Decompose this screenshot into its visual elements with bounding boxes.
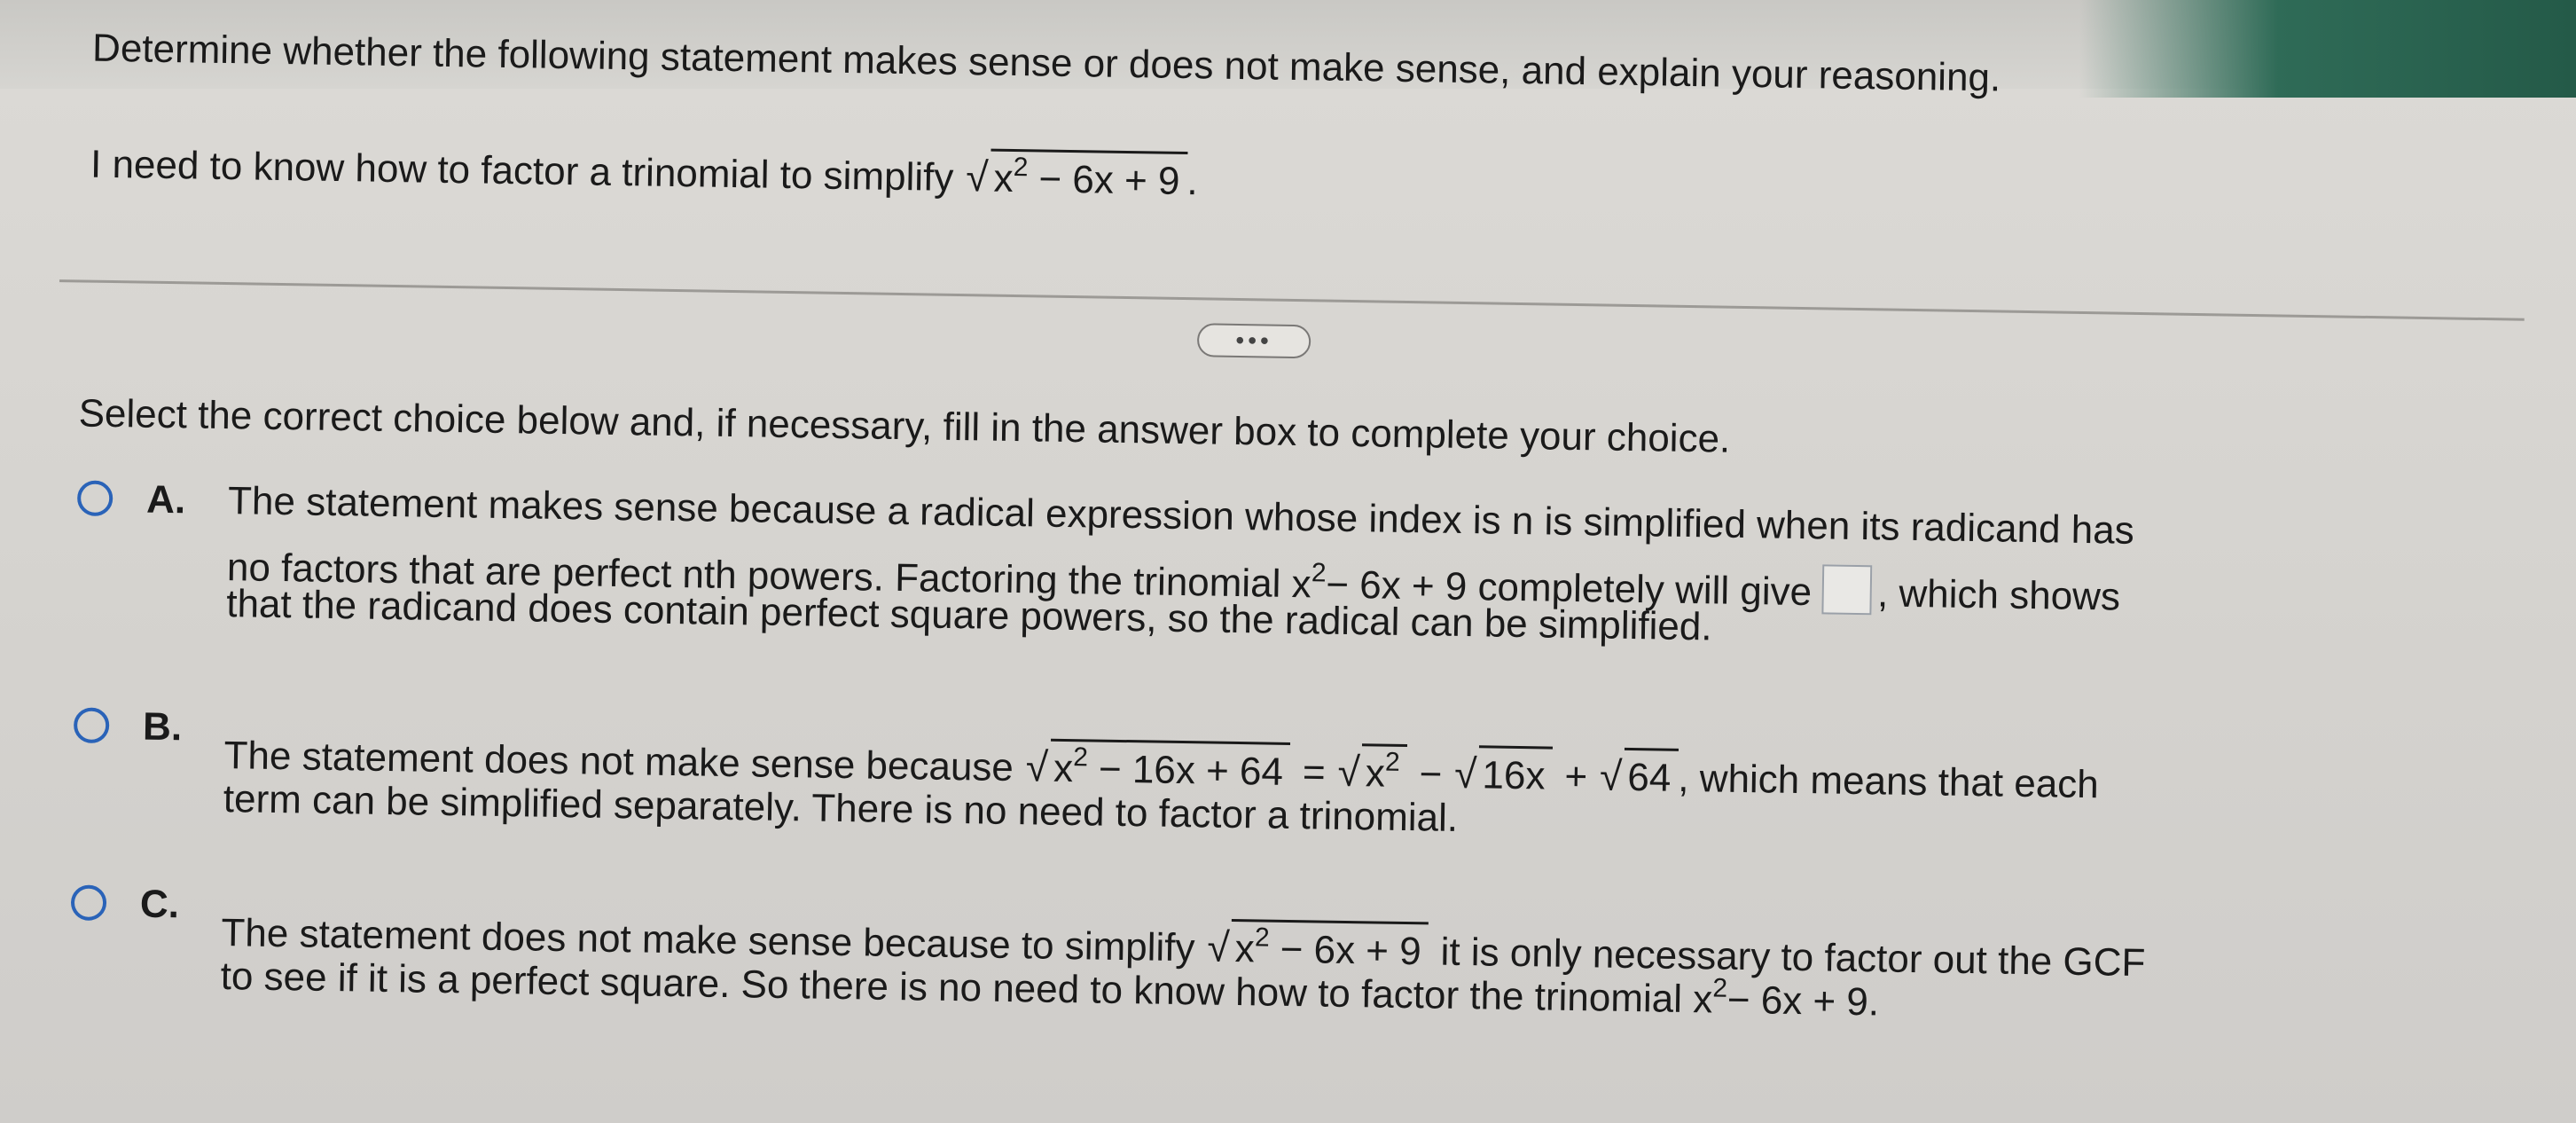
radicand-base: x (993, 156, 1014, 200)
radicand-exponent: 2 (1254, 923, 1270, 953)
radicand-exponent: 2 (1384, 747, 1401, 777)
radical-sign-icon: √ (1207, 923, 1231, 970)
radio-button-b[interactable] (73, 707, 110, 744)
statement-radicand: x2 − 6x + 9 (990, 148, 1187, 205)
equals-sign: = (1302, 750, 1327, 795)
instruction-text: Select the correct choice below and, if … (78, 391, 1731, 461)
choice-c-radical: √ x2 − 6x + 9 (1207, 918, 1429, 975)
choice-c-exponent: 2 (1712, 973, 1728, 1003)
radio-button-a[interactable] (76, 480, 114, 517)
choice-b-line1-end: , which means that each (1677, 756, 2100, 807)
radical-sign-icon: √ (1337, 748, 1361, 796)
radicand-exponent: 2 (1013, 152, 1029, 183)
choice-a-line2-text3: , which shows (1876, 571, 2121, 619)
statement-radical: √ x2 − 6x + 9 (965, 148, 1187, 205)
choice-b-radical-1: √ x2 − 16x + 64 (1025, 738, 1291, 795)
radicand-base: x (1234, 927, 1256, 971)
choice-c-line2-end: − 6x + 9. (1726, 978, 1880, 1025)
expand-more-button[interactable]: ••• (1196, 323, 1311, 359)
radicand-rest: − 6x + 9 (1269, 927, 1422, 974)
choice-letter-c: C. (139, 882, 180, 927)
radical-sign-icon: √ (965, 153, 989, 200)
choice-b-radical-2: √ x2 (1337, 743, 1408, 797)
radio-button-c[interactable] (70, 884, 107, 922)
choice-a-exponent: 2 (1311, 558, 1327, 588)
choice-a-text: The statement makes sense because a radi… (226, 479, 2533, 670)
section-divider (59, 279, 2525, 321)
choice-b-radicand-1: x2 − 16x + 64 (1049, 738, 1291, 795)
choice-c-radicand: x2 − 6x + 9 (1231, 918, 1429, 975)
plus-sign: + (1564, 754, 1588, 799)
choice-b-radical-3: √ 16x (1454, 745, 1553, 799)
radicand-exponent: 2 (1073, 742, 1089, 773)
screen: Determine whether the following statemen… (0, 0, 2576, 1123)
choice-b-radicand-3: 16x (1478, 745, 1553, 799)
radicand-rest: − 16x + 64 (1087, 747, 1284, 794)
choice-c-text: The statement does not make sense becaus… (220, 903, 2527, 1042)
radical-sign-icon: √ (1025, 743, 1049, 790)
radical-sign-icon: √ (1599, 752, 1623, 799)
choice-b-radicand-4: 64 (1623, 747, 1679, 801)
radicand-base: x (1365, 751, 1386, 796)
choice-b-radical-4: √ 64 (1599, 747, 1679, 801)
radicand-base: x (1053, 746, 1074, 791)
question-statement: I need to know how to factor a trinomial… (90, 135, 1199, 205)
question-title: Determine whether the following statemen… (91, 26, 2001, 100)
choice-b-text: The statement does not make sense becaus… (223, 726, 2530, 865)
minus-sign: − (1419, 752, 1443, 797)
answer-box[interactable] (1821, 564, 1873, 616)
choice-letter-a: A. (145, 477, 186, 522)
radicand-rest: − 6x + 9 (1027, 157, 1180, 203)
choice-b-radicand-2: x2 (1361, 743, 1408, 797)
question-content: Determine whether the following statemen… (0, 0, 2576, 1123)
radical-sign-icon: √ (1453, 750, 1477, 797)
statement-end: . (1186, 160, 1199, 204)
statement-text: I need to know how to factor a trinomial… (90, 142, 954, 200)
choice-letter-b: B. (142, 704, 183, 750)
